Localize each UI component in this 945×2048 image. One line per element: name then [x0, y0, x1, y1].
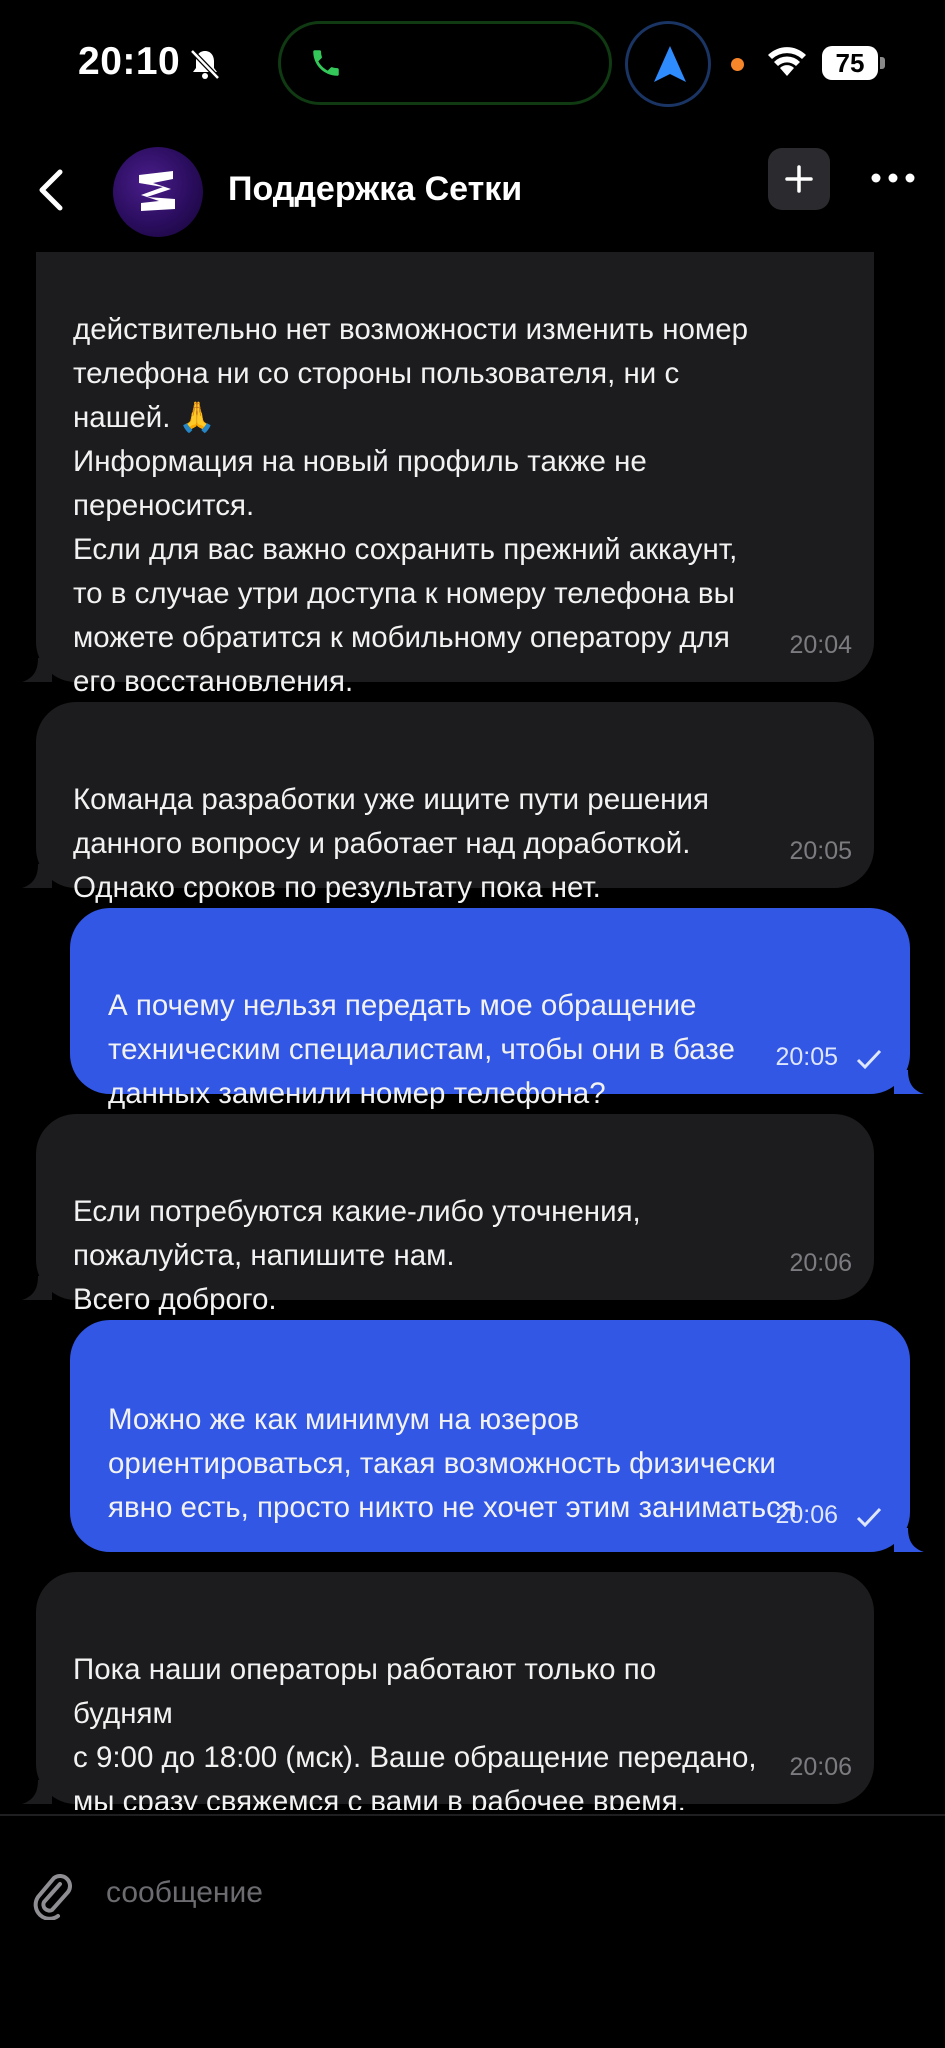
message-outgoing[interactable]: А почему нельзя передать мое обращение т… — [70, 908, 924, 1110]
message-incoming[interactable]: действительно нет возможности изменить н… — [22, 200, 874, 698]
message-incoming[interactable]: Пока наши операторы работают только по б… — [22, 1572, 874, 1810]
plus-icon — [785, 165, 813, 193]
message-time: 20:06 — [789, 1753, 852, 1781]
paperclip-icon[interactable] — [30, 1870, 74, 1920]
setka-logo-icon — [139, 171, 175, 211]
message-text: Пока наши операторы работают только по б… — [73, 1653, 757, 1810]
message-incoming[interactable]: Если потребуются какие-либо уточнения, п… — [22, 1114, 874, 1316]
add-button[interactable] — [768, 148, 830, 210]
message-text: А почему нельзя передать мое обращение т… — [108, 989, 735, 1110]
input-divider — [0, 1814, 945, 1816]
message-text: Если потребуются какие-либо уточнения, п… — [73, 1195, 641, 1316]
message-time: 20:04 — [789, 631, 852, 659]
more-dots-icon[interactable] — [868, 158, 918, 198]
message-text: действительно нет возможности изменить н… — [73, 313, 749, 698]
check-icon — [856, 1507, 882, 1528]
message-time: 20:05 — [789, 837, 852, 865]
message-time: 20:06 — [775, 1501, 838, 1529]
check-icon — [856, 1049, 882, 1070]
avatar[interactable] — [113, 147, 203, 237]
message-incoming[interactable]: Команда разработки уже ищите пути решени… — [22, 702, 874, 904]
message-input[interactable]: сообщение — [106, 1876, 263, 1910]
chat-title[interactable]: Поддержка Сетки — [228, 170, 522, 209]
message-text: Команда разработки уже ищите пути решени… — [73, 783, 709, 904]
message-list[interactable]: действительно нет возможности изменить н… — [0, 0, 945, 1810]
message-time: 20:06 — [789, 1249, 852, 1277]
message-time: 20:05 — [775, 1043, 838, 1071]
message-outgoing[interactable]: Можно же как минимум на юзеров ориентиро… — [70, 1320, 924, 1552]
message-text: Можно же как минимум на юзеров ориентиро… — [108, 1403, 797, 1524]
chat-header: Поддержка Сетки — [0, 130, 945, 252]
back-chevron-icon[interactable] — [28, 162, 80, 218]
